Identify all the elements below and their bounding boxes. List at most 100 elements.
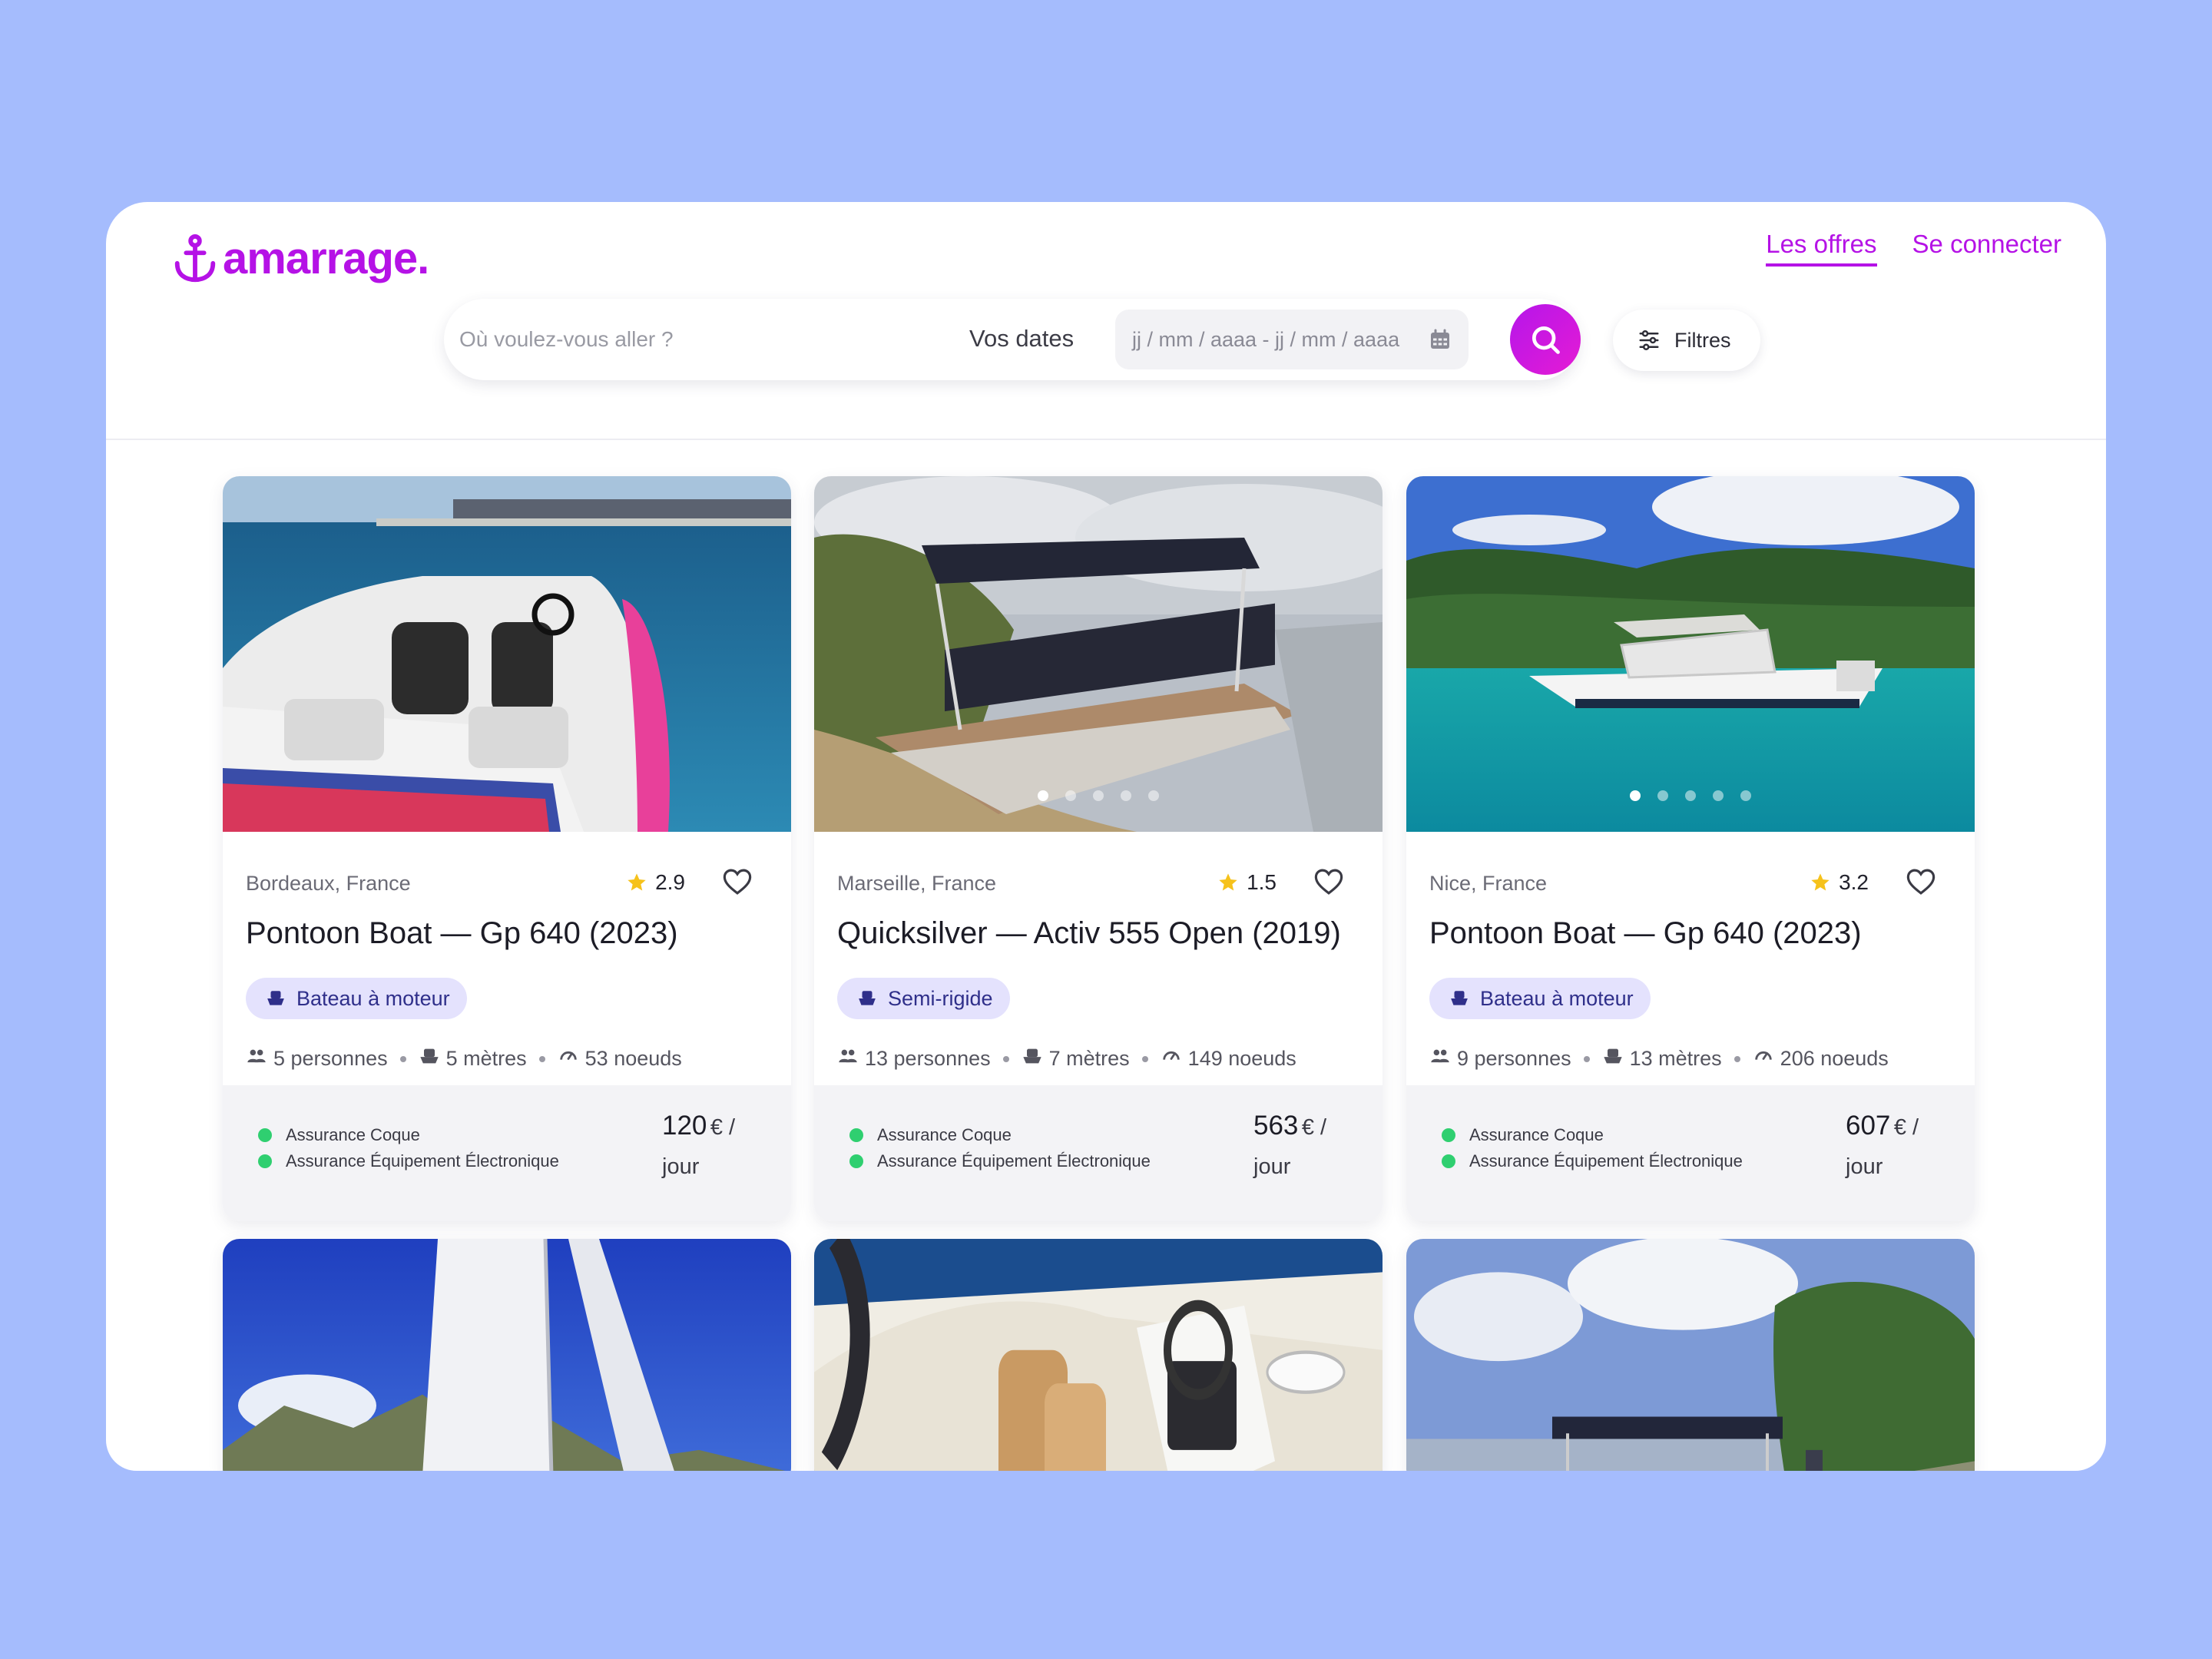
boat-type-tag: Bateau à moteur <box>246 978 467 1019</box>
carousel-dot[interactable] <box>1065 790 1076 801</box>
price-amount: 607 <box>1846 1111 1891 1141</box>
speed-text: 206 noeuds <box>1780 1047 1889 1070</box>
listing-title[interactable]: Quicksilver — Activ 555 Open (2019) <box>837 916 1341 951</box>
listing-photo[interactable] <box>1406 476 1975 832</box>
listing-title[interactable]: Pontoon Boat — Gp 640 (2023) <box>246 916 678 951</box>
star-icon <box>628 873 646 891</box>
listing-photo[interactable] <box>814 1239 1382 1471</box>
people-icon <box>1429 1045 1457 1072</box>
people-icon <box>837 1045 865 1072</box>
listing-card-3[interactable]: Nice, France 3.2 Pontoon Boat — Gp 640 (… <box>1406 476 1975 1221</box>
check-icon <box>849 1128 863 1142</box>
carousel-dot[interactable] <box>1657 790 1668 801</box>
carousel-dot[interactable] <box>1685 790 1696 801</box>
heart-icon[interactable] <box>1904 866 1938 898</box>
sailboat-photo <box>223 1239 791 1471</box>
nav-login-link[interactable]: Se connecter <box>1912 230 2061 267</box>
listing-card-2[interactable]: Marseille, France 1.5 Quicksilver — Acti… <box>814 476 1382 1221</box>
listing-rating: 3.2 <box>1810 870 1869 895</box>
boat-type-label: Semi-rigide <box>888 986 993 1010</box>
carousel-dots[interactable] <box>1406 790 1975 801</box>
insurance-item: Assurance Coque <box>1442 1125 1604 1145</box>
insurance-label: Assurance Coque <box>877 1125 1012 1144</box>
listing-card-5[interactable] <box>814 1239 1382 1471</box>
listing-price: 563 € / jour <box>1253 1108 1361 1188</box>
price-period: jour <box>1253 1154 1291 1179</box>
date-range-placeholder: jj / mm / aaaa - jj / mm / aaaa <box>1132 327 1400 351</box>
insurance-label: Assurance Coque <box>1469 1125 1604 1144</box>
capacity-text: 13 personnes <box>865 1047 991 1070</box>
carousel-dot[interactable] <box>1148 790 1159 801</box>
listing-body: Bordeaux, France 2.9 Pontoon Boat — Gp 6… <box>223 832 791 1085</box>
listing-rating: 1.5 <box>1217 870 1277 895</box>
check-icon <box>258 1128 272 1142</box>
price-currency: € / <box>1301 1115 1327 1140</box>
destination-input[interactable] <box>459 313 912 366</box>
calendar-icon[interactable] <box>1429 328 1452 351</box>
listing-card-1[interactable]: Bordeaux, France 2.9 Pontoon Boat — Gp 6… <box>223 476 791 1221</box>
listing-title[interactable]: Pontoon Boat — Gp 640 (2023) <box>1429 916 1862 951</box>
insurance-label: Assurance Équipement Électronique <box>877 1151 1151 1171</box>
top-nav: Les offres Se connecter <box>1766 230 2061 267</box>
carousel-dot[interactable] <box>1740 790 1751 801</box>
carousel-dot[interactable] <box>1630 790 1641 801</box>
boat-type-label: Bateau à moteur <box>1480 986 1634 1010</box>
filters-button[interactable]: Filtres <box>1613 310 1760 371</box>
price-amount: 563 <box>1253 1111 1299 1141</box>
price-currency: € / <box>1893 1115 1919 1140</box>
rating-value: 3.2 <box>1839 870 1869 894</box>
carousel-dot[interactable] <box>1713 790 1724 801</box>
boat-type-label: Bateau à moteur <box>296 986 450 1010</box>
speed-text: 53 noeuds <box>584 1047 682 1070</box>
insurance-item: Assurance Coque <box>849 1125 1012 1145</box>
check-icon <box>258 1154 272 1168</box>
boat-length-icon <box>1022 1045 1049 1072</box>
speedometer-icon <box>1753 1045 1780 1072</box>
insurance-item: Assurance Équipement Électronique <box>849 1151 1151 1171</box>
brand-logo[interactable]: amarrage. <box>171 233 429 284</box>
price-period: jour <box>1846 1154 1883 1179</box>
heart-icon[interactable] <box>720 866 754 898</box>
capacity-text: 9 personnes <box>1457 1047 1571 1070</box>
anchor-icon <box>174 233 216 282</box>
listing-card-4[interactable] <box>223 1239 791 1471</box>
boat-icon <box>1451 991 1468 1005</box>
listing-body: Nice, France 3.2 Pontoon Boat — Gp 640 (… <box>1406 832 1975 1085</box>
listing-card-6[interactable] <box>1406 1239 1975 1471</box>
insurance-item: Assurance Coque <box>258 1125 420 1145</box>
date-range-input[interactable]: jj / mm / aaaa - jj / mm / aaaa <box>1115 310 1469 369</box>
boat-icon <box>859 991 876 1005</box>
insurance-item: Assurance Équipement Électronique <box>258 1151 559 1171</box>
listing-location: Nice, France <box>1429 872 1548 895</box>
heart-icon[interactable] <box>1312 866 1346 898</box>
boat-type-tag: Semi-rigide <box>837 978 1010 1019</box>
listing-specs: 13 personnes 7 mètres 149 noeuds <box>837 1045 1296 1072</box>
search-button[interactable] <box>1510 304 1581 375</box>
listing-specs: 9 personnes 13 mètres 206 noeuds <box>1429 1045 1889 1072</box>
insurance-item: Assurance Équipement Électronique <box>1442 1151 1743 1171</box>
carousel-dots[interactable] <box>814 790 1382 801</box>
listing-footer: Assurance Coque Assurance Équipement Éle… <box>814 1085 1382 1221</box>
carousel-dot[interactable] <box>1093 790 1104 801</box>
price-currency: € / <box>710 1115 736 1140</box>
filters-label: Filtres <box>1674 328 1731 352</box>
carousel-dot[interactable] <box>1038 790 1048 801</box>
listing-footer: Assurance Coque Assurance Équipement Éle… <box>1406 1085 1975 1221</box>
speed-text: 149 noeuds <box>1187 1047 1296 1070</box>
nav-offers-link[interactable]: Les offres <box>1766 230 1877 267</box>
speedometer-icon <box>558 1045 585 1072</box>
insurance-label: Assurance Coque <box>286 1125 420 1144</box>
carousel-dot[interactable] <box>1121 790 1131 801</box>
listing-photo[interactable] <box>223 1239 791 1471</box>
listing-photo[interactable] <box>223 476 791 832</box>
check-icon <box>1442 1128 1455 1142</box>
listing-price: 607 € / jour <box>1846 1108 1953 1188</box>
star-icon <box>1811 873 1830 891</box>
boat-type-tag: Bateau à moteur <box>1429 978 1651 1019</box>
boat-icon <box>267 991 284 1005</box>
listing-footer: Assurance Coque Assurance Équipement Éle… <box>223 1085 791 1221</box>
listing-rating: 2.9 <box>626 870 685 895</box>
listing-photo[interactable] <box>814 476 1382 832</box>
listing-photo[interactable] <box>1406 1239 1975 1471</box>
search-bar: Vos dates jj / mm / aaaa - jj / mm / aaa… <box>444 299 1581 380</box>
